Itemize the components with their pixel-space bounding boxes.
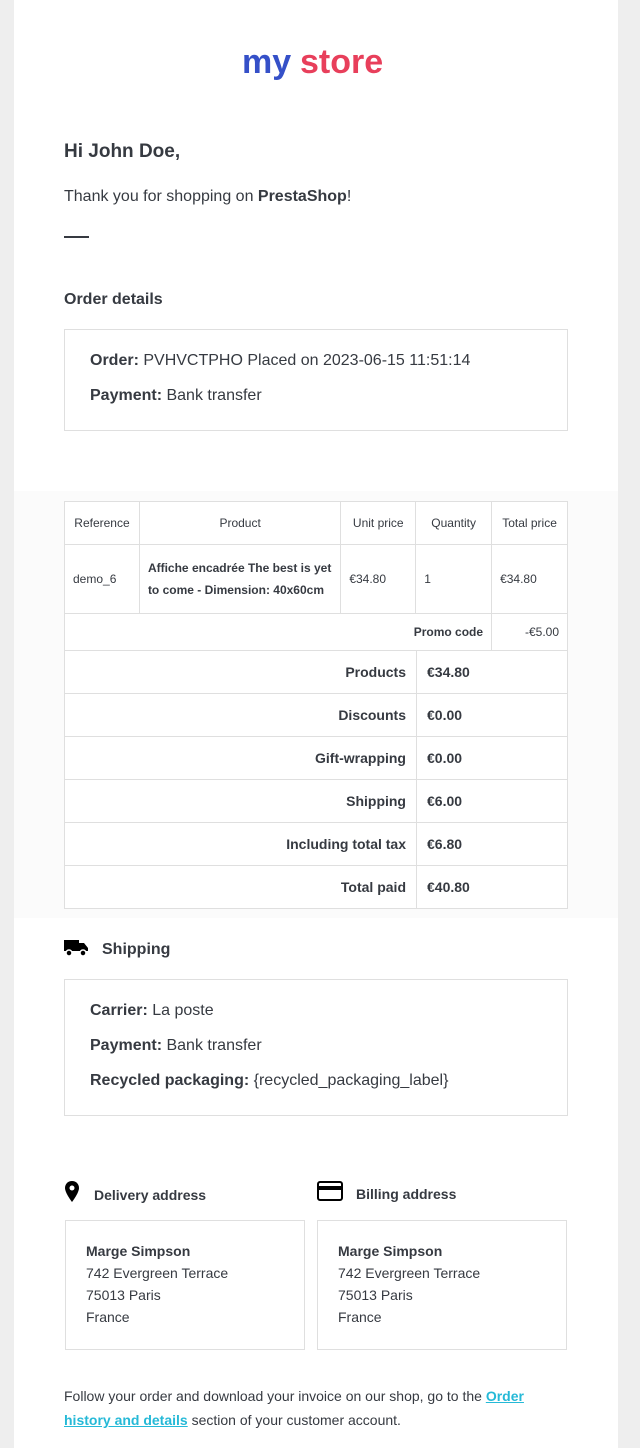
total-label: Products — [64, 650, 417, 694]
totals-row: Including total tax €6.80 — [64, 822, 568, 866]
billing-country: France — [338, 1309, 382, 1325]
cell-quantity: 1 — [415, 544, 493, 614]
total-label: Discounts — [64, 693, 417, 737]
totals-table: Products €34.80 Discounts €0.00 Gift-wrapp… — [64, 650, 568, 909]
header-product: Product — [138, 501, 342, 545]
cell-product: Affiche encadrée The best is yet to come… — [138, 544, 342, 614]
divider — [64, 236, 89, 238]
promo-row: Promo code -€5.00 — [63, 613, 568, 651]
total-value: €0.00 — [416, 736, 568, 780]
logo-text-store: store — [300, 43, 383, 81]
products-table: Reference Product Unit price Quantity To… — [63, 501, 568, 651]
cell-reference: demo_6 — [64, 544, 140, 614]
credit-card-icon — [317, 1181, 343, 1201]
totals-row: Discounts €0.00 — [64, 693, 568, 737]
cell-unit-price: €34.80 — [340, 544, 417, 614]
total-value: €40.80 — [416, 865, 568, 909]
shipping-title: Shipping — [102, 941, 171, 958]
totals-row: Gift-wrapping €0.00 — [64, 736, 568, 780]
promo-label: Promo code — [63, 613, 493, 651]
shipping-box: Carrier: La poste Payment: Bank transfer… — [64, 979, 568, 1116]
table-header-row: Reference Product Unit price Quantity To… — [64, 501, 568, 545]
email-page: my store Hi John Doe, Thank you for shop… — [14, 0, 618, 1448]
delivery-street: 742 Evergreen Terrace — [86, 1265, 229, 1281]
totals-row: Total paid €40.80 — [64, 865, 568, 909]
total-value: €0.00 — [416, 693, 568, 737]
billing-city: 75013 Paris — [338, 1287, 413, 1303]
table-row: demo_6 Affiche encadrée The best is yet … — [64, 544, 568, 614]
promo-value: -€5.00 — [491, 613, 568, 651]
header-total-price: Total price — [491, 501, 568, 545]
delivery-address-title: Delivery address — [94, 1187, 207, 1203]
order-line: Order: PVHVCTPHO Placed on 2023-06-15 11… — [90, 352, 471, 369]
delivery-country: France — [86, 1309, 130, 1325]
total-value: €6.00 — [416, 779, 568, 823]
billing-address-box: Marge Simpson 742 Evergreen Terrace 7501… — [317, 1220, 567, 1350]
total-label: Gift-wrapping — [64, 736, 417, 780]
footer-message: Follow your order and download your invo… — [64, 1388, 524, 1428]
totals-row: Products €34.80 — [64, 650, 568, 694]
greeting: Hi John Doe, — [64, 141, 181, 162]
order-details-title: Order details — [64, 291, 163, 308]
thanks-message: Thank you for shopping on PrestaShop! — [64, 188, 352, 205]
shipping-payment-line: Payment: Bank transfer — [90, 1037, 262, 1054]
map-pin-icon — [65, 1181, 79, 1202]
delivery-city: 75013 Paris — [86, 1287, 161, 1303]
header-reference: Reference — [64, 501, 140, 545]
delivery-address-box: Marge Simpson 742 Evergreen Terrace 7501… — [65, 1220, 305, 1350]
header-unit-price: Unit price — [340, 501, 417, 545]
truck-icon — [64, 940, 88, 957]
billing-street: 742 Evergreen Terrace — [338, 1265, 481, 1281]
billing-name: Marge Simpson — [338, 1243, 443, 1259]
recycled-packaging-line: Recycled packaging: {recycled_packaging_… — [90, 1072, 449, 1089]
order-details-box: Order: PVHVCTPHO Placed on 2023-06-15 11… — [64, 329, 568, 431]
totals-row: Shipping €6.00 — [64, 779, 568, 823]
payment-line: Payment: Bank transfer — [90, 387, 262, 404]
cell-total-price: €34.80 — [491, 544, 568, 614]
total-value: €34.80 — [416, 650, 568, 694]
total-value: €6.80 — [416, 822, 568, 866]
billing-address-title: Billing address — [356, 1186, 457, 1202]
logo-text-my: my — [242, 43, 291, 81]
header-quantity: Quantity — [415, 501, 493, 545]
carrier-line: Carrier: La poste — [90, 1002, 214, 1019]
total-label: Total paid — [64, 865, 417, 909]
total-label: Shipping — [64, 779, 417, 823]
store-logo: my store — [242, 43, 383, 81]
delivery-name: Marge Simpson — [86, 1243, 191, 1259]
total-label: Including total tax — [64, 822, 417, 866]
